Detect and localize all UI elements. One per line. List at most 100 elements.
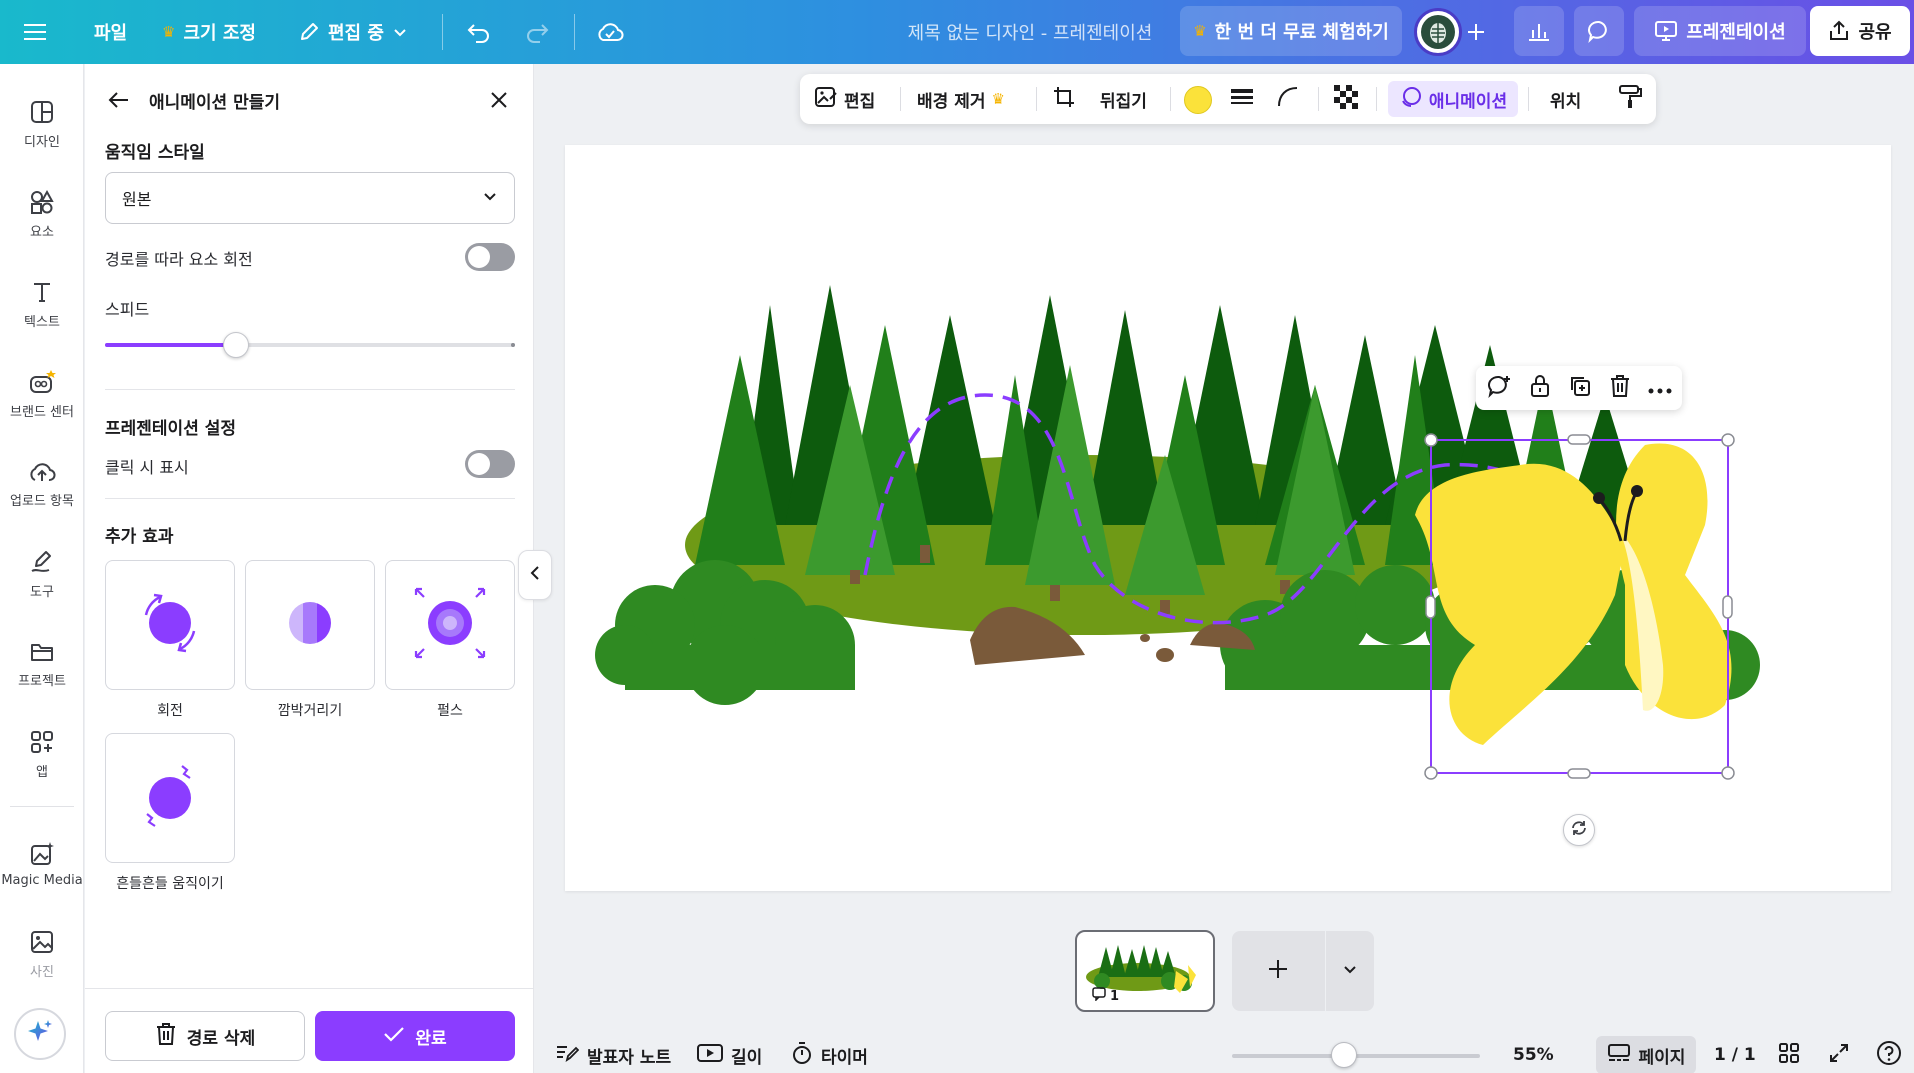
- rail-item-text[interactable]: 텍스트: [0, 264, 84, 344]
- rail-item-projects[interactable]: 프로젝트: [0, 624, 84, 704]
- comment-icon: [1587, 19, 1611, 43]
- avatar[interactable]: [1414, 8, 1462, 56]
- page-count: 1 / 1: [1714, 1045, 1756, 1065]
- delete-element-button[interactable]: [1600, 366, 1640, 410]
- add-page-dropdown[interactable]: [1325, 931, 1374, 1011]
- redo-icon: [524, 21, 550, 43]
- rotate-handle[interactable]: [1563, 814, 1595, 846]
- timer-button[interactable]: 타이머: [791, 1040, 868, 1070]
- border-weight-button[interactable]: [1230, 74, 1254, 124]
- blink-effect-icon: [280, 593, 340, 657]
- hamburger-icon: [24, 22, 48, 42]
- comments-button[interactable]: [1574, 6, 1624, 56]
- fill-color-swatch[interactable]: [1184, 86, 1212, 114]
- back-button[interactable]: [101, 84, 137, 120]
- present-button[interactable]: 프레젠테이션: [1634, 6, 1806, 56]
- rail-item-photos[interactable]: 사진: [0, 914, 84, 994]
- close-panel-button[interactable]: [481, 84, 517, 120]
- add-page-button[interactable]: [1232, 931, 1324, 1011]
- context-toolbar: 편집 배경 제거 ♛ 뒤집기 애니메이션 위치: [800, 74, 1656, 124]
- design-canvas[interactable]: [565, 145, 1891, 891]
- pages-icon: [1607, 1043, 1631, 1068]
- crop-button[interactable]: [1052, 74, 1076, 124]
- animation-panel: 애니메이션 만들기 움직임 스타일 원본 경로를 따라 요소 회전 스피드 프레…: [85, 64, 534, 1073]
- motion-style-value: 원본: [122, 190, 152, 209]
- undo-button[interactable]: [466, 0, 492, 64]
- redo-button[interactable]: [524, 0, 550, 64]
- rail-item-brand[interactable]: 브랜드 센터: [0, 354, 84, 434]
- delete-path-button[interactable]: 경로 삭제: [105, 1011, 305, 1061]
- editing-mode-button[interactable]: 편집 중: [298, 0, 408, 64]
- speed-slider[interactable]: [105, 332, 515, 358]
- present-icon: [1654, 20, 1678, 42]
- cloud-save-button[interactable]: [596, 0, 624, 64]
- fullscreen-button[interactable]: [1828, 1040, 1850, 1070]
- duplicate-button[interactable]: [1560, 366, 1600, 410]
- sparkle-icon: [26, 1018, 54, 1050]
- border-weight-icon: [1230, 87, 1254, 112]
- rail-item-draw[interactable]: 도구: [0, 534, 84, 614]
- more-options-button[interactable]: [1640, 366, 1680, 410]
- rail-divider: [10, 806, 74, 807]
- chevron-left-icon: [529, 565, 541, 585]
- page-thumbnail[interactable]: 1: [1075, 930, 1215, 1012]
- motion-style-select[interactable]: 원본: [105, 172, 515, 224]
- position-button[interactable]: 위치: [1550, 74, 1581, 124]
- bar-chart-icon: [1527, 20, 1551, 42]
- effect-rotate[interactable]: 회전: [105, 560, 235, 720]
- effect-wiggle[interactable]: 흔들흔들 움직이기: [105, 733, 235, 893]
- rotate-icon: [1570, 819, 1588, 841]
- add-comment-button[interactable]: [1480, 366, 1520, 410]
- main-menu-button[interactable]: [24, 0, 48, 64]
- grid-view-button[interactable]: [1778, 1040, 1800, 1070]
- duration-button[interactable]: 길이: [697, 1040, 762, 1070]
- notes-icon: [555, 1042, 580, 1069]
- rail-item-elements[interactable]: 요소: [0, 174, 84, 254]
- speaker-notes-button[interactable]: 발표자 노트: [555, 1040, 671, 1070]
- check-icon: [383, 1025, 405, 1048]
- effect-pulse[interactable]: 펄스: [385, 560, 515, 720]
- rail-item-design[interactable]: 디자인: [0, 84, 84, 164]
- file-menu-button[interactable]: 파일: [94, 0, 127, 64]
- plus-icon: [1466, 22, 1486, 42]
- show-on-click-toggle[interactable]: [465, 450, 515, 478]
- insights-button[interactable]: [1514, 6, 1564, 56]
- rotate-along-path-toggle[interactable]: [465, 243, 515, 271]
- rail-item-magic-media[interactable]: Magic Media: [0, 824, 84, 904]
- edit-image-button[interactable]: 편집: [814, 74, 875, 124]
- trash-icon: [155, 1022, 177, 1051]
- zoom-slider-handle[interactable]: [1330, 1042, 1357, 1068]
- topbar-divider: [574, 14, 575, 50]
- cloud-check-icon: [596, 21, 624, 43]
- magic-assistant-button[interactable]: [14, 1008, 66, 1060]
- zoom-slider[interactable]: [1232, 1042, 1480, 1068]
- pages-view-button[interactable]: 페이지: [1596, 1036, 1696, 1073]
- flip-button[interactable]: 뒤집기: [1100, 74, 1147, 124]
- rail-item-uploads[interactable]: 업로드 항목: [0, 444, 84, 524]
- effect-blink[interactable]: 깜박거리기: [245, 560, 375, 720]
- butterfly-element[interactable]: [1415, 443, 1732, 745]
- document-title[interactable]: 제목 없는 디자인 - 프레젠테이션: [860, 0, 1200, 64]
- resize-button[interactable]: ♛ 크기 조정: [162, 0, 256, 64]
- lock-button[interactable]: [1520, 366, 1560, 410]
- more-icon: [1648, 379, 1672, 398]
- pencil-icon: [298, 21, 320, 43]
- speed-slider-handle[interactable]: [223, 332, 250, 358]
- help-button[interactable]: [1876, 1040, 1902, 1070]
- elements-icon: [29, 189, 55, 215]
- trash-icon: [1609, 374, 1631, 402]
- transparency-button[interactable]: [1334, 74, 1358, 124]
- background-remover-button[interactable]: 배경 제거 ♛: [917, 74, 1005, 124]
- collapse-panel-button[interactable]: [518, 550, 552, 600]
- add-collaborator-button[interactable]: [1466, 0, 1486, 64]
- share-button[interactable]: 공유: [1810, 6, 1910, 56]
- corner-rounding-button[interactable]: [1276, 74, 1300, 124]
- zoom-value[interactable]: 55%: [1513, 1040, 1554, 1070]
- undo-icon: [466, 21, 492, 43]
- copy-style-button[interactable]: [1618, 74, 1642, 124]
- done-button[interactable]: 완료: [315, 1011, 515, 1061]
- animate-button[interactable]: 애니메이션: [1388, 81, 1518, 117]
- free-trial-button[interactable]: ♛ 한 번 더 무료 체험하기: [1180, 6, 1402, 56]
- rail-item-apps[interactable]: 앱: [0, 714, 84, 794]
- comment-icon: [1092, 987, 1106, 1005]
